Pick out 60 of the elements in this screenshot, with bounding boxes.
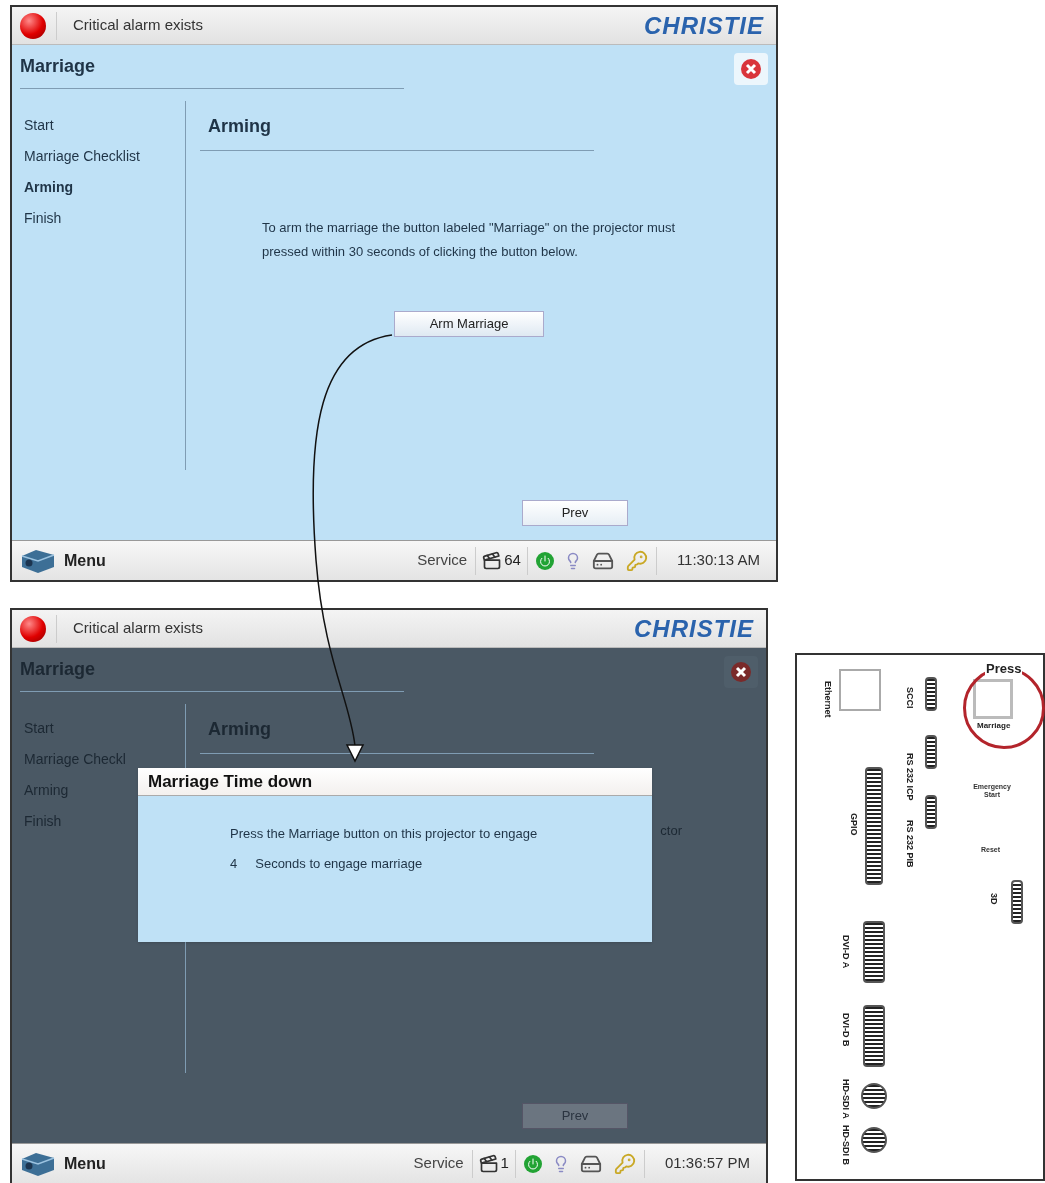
nav-item[interactable]: Start bbox=[24, 115, 185, 136]
key-icon bbox=[613, 1152, 636, 1175]
key-icon bbox=[625, 549, 648, 572]
port-label: RS 232 ICP bbox=[905, 753, 915, 801]
alarm-text: Critical alarm exists bbox=[73, 15, 204, 36]
port-label: 3D bbox=[989, 893, 999, 905]
film-icon bbox=[478, 1153, 499, 1174]
serial-port-icon bbox=[925, 735, 937, 769]
close-icon bbox=[740, 58, 762, 80]
countdown-value: 4 bbox=[230, 854, 238, 873]
clock-text: 01:36:57 PM bbox=[664, 1153, 750, 1174]
service-label: Service bbox=[417, 550, 468, 571]
dialog-title: Marriage Time down bbox=[148, 770, 313, 793]
gpio-port-icon bbox=[865, 767, 883, 885]
close-button[interactable] bbox=[724, 656, 758, 688]
serial-port-icon bbox=[925, 795, 937, 829]
dvi-port-icon bbox=[863, 1005, 885, 1067]
port-label: HD-SDI B bbox=[841, 1125, 851, 1165]
section-heading: Arming bbox=[208, 116, 271, 136]
dvi-port-icon bbox=[863, 921, 885, 983]
port-label: HD-SDI A bbox=[841, 1079, 851, 1119]
port-label: DVI-D B bbox=[841, 1013, 851, 1047]
dialog-text: Press the Marriage button on this projector to engage bbox=[230, 825, 539, 843]
power-icon bbox=[535, 551, 554, 570]
prev-button[interactable]: Prev bbox=[522, 500, 628, 526]
nav-item[interactable]: Finish bbox=[24, 208, 185, 229]
instruction-text: To arm the marriage the button labeled "Marriage" on the projector must pressed within 30 seconds of clicking the button below. bbox=[262, 220, 676, 259]
film-icon bbox=[482, 550, 503, 571]
bnc-port-icon bbox=[861, 1083, 887, 1109]
projector-icon bbox=[20, 1150, 56, 1177]
menu-button[interactable]: Menu bbox=[64, 1151, 106, 1176]
close-button[interactable] bbox=[734, 53, 768, 85]
ethernet-port-icon bbox=[839, 669, 881, 711]
button-label: Marriage bbox=[977, 721, 1011, 730]
alarm-icon bbox=[20, 615, 46, 642]
film-count: 64 bbox=[504, 550, 521, 571]
power-icon bbox=[523, 1154, 542, 1173]
nav-item[interactable]: Marriage Checklist bbox=[24, 146, 185, 167]
serial-port-icon bbox=[925, 677, 937, 711]
port-label: GPIO bbox=[849, 813, 859, 836]
menu-button[interactable]: Menu bbox=[64, 548, 106, 573]
service-label: Service bbox=[413, 1153, 464, 1174]
close-icon bbox=[730, 661, 752, 683]
bnc-port-icon bbox=[861, 1127, 887, 1153]
projector-icon bbox=[20, 547, 56, 574]
countdown-label: Seconds to engage marriage bbox=[255, 854, 423, 873]
arm-marriage-button[interactable]: Arm Marriage bbox=[394, 311, 544, 337]
alarm-icon bbox=[20, 12, 46, 39]
nav-item[interactable]: Arming bbox=[24, 177, 185, 198]
port-label: Ethernet bbox=[823, 681, 833, 718]
page-title: Marriage bbox=[20, 56, 96, 76]
serial-port-icon bbox=[1011, 880, 1023, 924]
port-label: SCCI bbox=[905, 687, 915, 709]
clock-text: 11:30:13 AM bbox=[676, 550, 760, 571]
port-label: RS 232 PIB bbox=[905, 820, 915, 868]
alarm-text: Critical alarm exists bbox=[73, 618, 204, 639]
brand-logo: CHRISTIE bbox=[634, 613, 754, 644]
film-count: 1 bbox=[500, 1153, 509, 1174]
brand-logo: CHRISTIE bbox=[644, 10, 764, 41]
port-label: DVI-D A bbox=[841, 935, 851, 969]
